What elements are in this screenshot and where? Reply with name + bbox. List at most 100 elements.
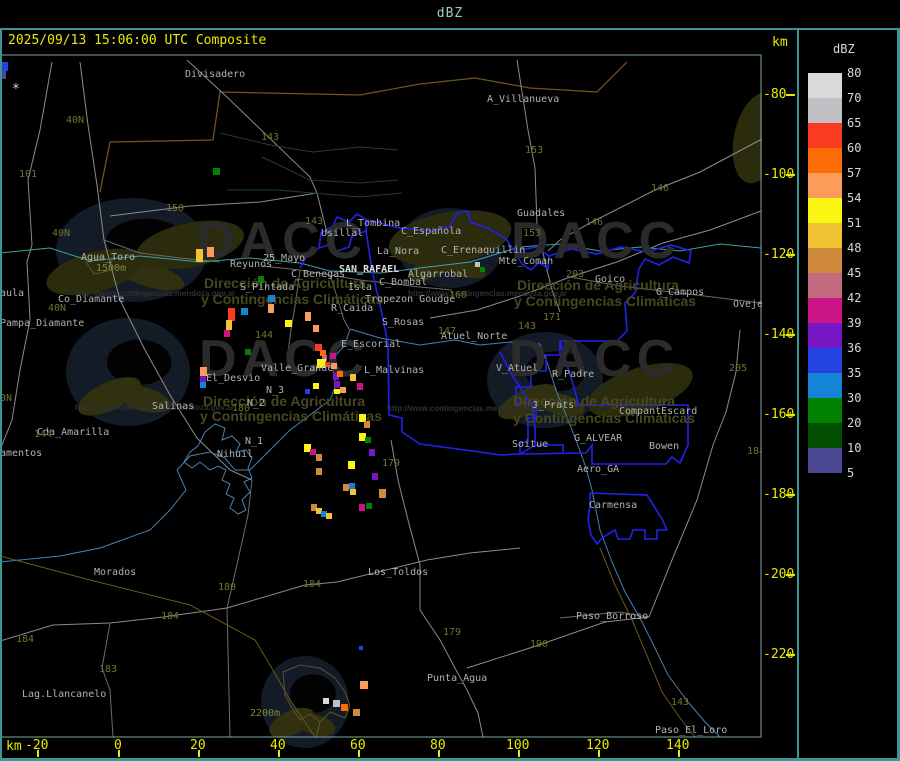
- radar-echo-pixel: [348, 461, 355, 469]
- place-label: Lag.Llancanelo: [22, 689, 107, 700]
- colorbar-swatch: [808, 148, 842, 173]
- y-axis-tick: [786, 574, 795, 576]
- place-label: Paso_El_Loro: [655, 725, 728, 736]
- colorbar-label: 5: [847, 466, 855, 480]
- radar-echo-pixel: [340, 387, 346, 393]
- road-line: [99, 61, 628, 193]
- place-label: aula: [0, 288, 25, 299]
- dacc-logo-hole: [106, 339, 172, 385]
- colorbar-swatch: [808, 423, 842, 448]
- colorbar-divider: [797, 28, 799, 761]
- place-label: Aero_GA: [577, 464, 620, 475]
- radar-echo-pixel: [316, 454, 322, 461]
- road-number-label: 184: [747, 446, 762, 457]
- colorbar-swatch: [808, 373, 842, 398]
- road-number-label: 143: [671, 697, 690, 708]
- radar-echo-pixel: [330, 353, 336, 359]
- y-axis-tick: [786, 94, 795, 96]
- radar-echo-pixel: [350, 489, 356, 495]
- radar-echo-pixel: [333, 700, 340, 707]
- x-axis-tick: [118, 750, 120, 757]
- contour-label: 1500m: [96, 263, 127, 274]
- colorbar-label: 80: [847, 66, 862, 80]
- place-label: E_Escorial: [341, 339, 402, 350]
- road-number-label: 144: [34, 429, 53, 440]
- place-label: G_ALVEAR: [574, 433, 623, 444]
- radar-echo-pixel: [360, 681, 368, 689]
- place-label: La_Nora: [377, 246, 420, 257]
- dacc-leaf-icon: [732, 92, 762, 184]
- radar-echo-pixel: [268, 304, 274, 313]
- road-number-label: 180: [218, 582, 237, 593]
- place-label: Punta_Agua: [427, 673, 488, 684]
- river-line: [183, 423, 253, 515]
- colorbar-swatch: [808, 98, 842, 123]
- colorbar-swatch: [808, 398, 842, 423]
- road-number-label: 203: [566, 269, 585, 280]
- radar-echo-pixel: [213, 168, 220, 175]
- road-line: [0, 547, 521, 642]
- stream-line: [219, 132, 399, 153]
- radar-echo-pixel: [365, 437, 371, 443]
- place-label: J_Prats: [532, 400, 575, 411]
- road-number-label: 184: [16, 634, 35, 645]
- road-number-label: 146: [585, 217, 604, 228]
- colorbar-label: 54: [847, 191, 862, 205]
- place-label: Co_Diamante: [58, 294, 125, 305]
- radar-echo-pixel: [207, 247, 214, 257]
- colorbar-swatch: [808, 173, 842, 198]
- colorbar-swatch: [808, 323, 842, 348]
- radar-echo-pixel: [341, 704, 348, 711]
- road-number-label: 160: [449, 290, 468, 301]
- place-label: C_Erenaquillin: [441, 245, 526, 256]
- radar-echo-pixel: [268, 295, 275, 302]
- colorbar-swatch: [808, 198, 842, 223]
- place-label: V_Atuel: [496, 363, 539, 374]
- place-label: Paso_Borroso: [576, 611, 649, 622]
- km-unit-label-bottom: km: [6, 739, 22, 754]
- place-label: 25_Mayo: [263, 253, 306, 264]
- road-line: [0, 61, 53, 451]
- colorbar-swatch: [808, 223, 842, 248]
- place-label: S_Pintada: [240, 282, 295, 293]
- y-axis-tick: [786, 414, 795, 416]
- road-number-label: 190: [530, 639, 549, 650]
- contour-label: 2200m: [250, 708, 281, 719]
- dacc-logo-hole: [290, 674, 336, 714]
- place-label: Usillal: [321, 228, 364, 239]
- road-number-label: 143: [261, 132, 280, 143]
- place-label: Divisadero: [185, 69, 246, 80]
- place-label: A_Villanueva: [487, 94, 560, 105]
- y-axis-tick: [786, 494, 795, 496]
- road-line: [226, 607, 231, 738]
- radar-echo-pixel: [305, 312, 311, 321]
- x-axis-tick: [358, 750, 360, 757]
- place-label: Isla: [348, 282, 373, 293]
- radar-echo-pixel: [350, 374, 356, 381]
- top-title-bar: dBZ: [0, 0, 900, 28]
- place-label: Guadales: [517, 208, 566, 219]
- place-label: Pampa_Diamante: [0, 318, 85, 329]
- road-number-label: 179: [382, 458, 401, 469]
- road-number-label: 40N: [48, 303, 67, 314]
- road-number-label: 179: [443, 627, 462, 638]
- road-number-label: 184: [161, 611, 180, 622]
- place-label: L_Tombina: [346, 218, 401, 229]
- road-line: [101, 622, 114, 738]
- border-left: [0, 28, 2, 761]
- road-number-label: 147: [438, 326, 457, 337]
- road-line: [390, 439, 484, 738]
- road-number-label: 146: [651, 183, 670, 194]
- place-label: Goico: [595, 274, 626, 285]
- place-label: C_Española: [401, 226, 462, 237]
- place-label: El_Desvio: [206, 373, 261, 384]
- place-label: amentos: [0, 448, 43, 459]
- place-label: C_Bombal: [379, 277, 428, 288]
- road-number-label: 184: [303, 579, 322, 590]
- radar-echo-pixel: [323, 698, 329, 704]
- place-label: N_3: [266, 385, 285, 396]
- radar-echo-pixel: [245, 349, 251, 355]
- colorbar-label: 10: [847, 441, 862, 455]
- radar-echo-pixel: [316, 468, 322, 475]
- place-label: S_Rosas: [382, 317, 425, 328]
